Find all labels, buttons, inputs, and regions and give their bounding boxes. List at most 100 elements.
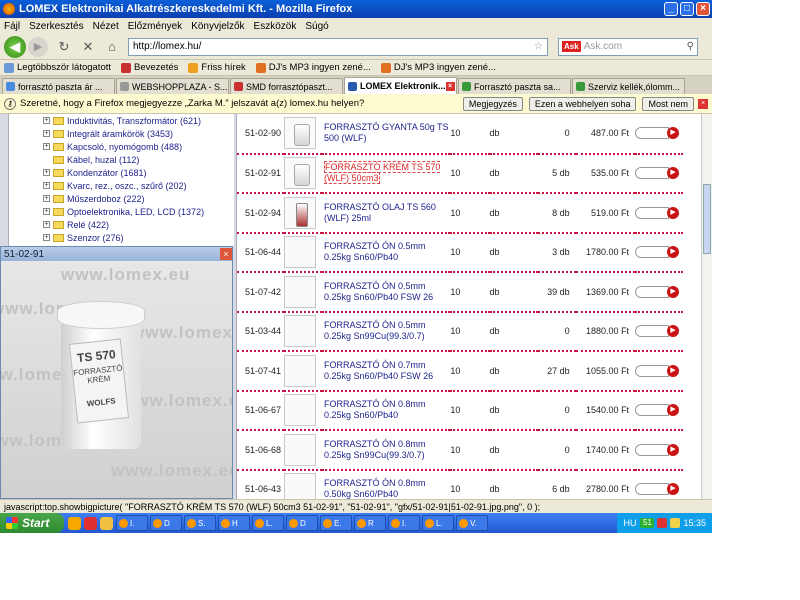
product-name-cell[interactable]: FORRASZTÓ ÓN 0.8mm 0.25kg Sn99Cu(99.3/0.… [322,430,450,470]
search-engine-icon[interactable]: Ask [562,41,581,52]
home-icon[interactable]: ⌂ [104,39,120,55]
product-name-cell[interactable]: FORRASZTÓ KRÉM TS 570 (WLF) 50cm3 [322,154,450,194]
taskbar-window-button[interactable]: H [218,515,250,531]
maximize-button[interactable]: □ [680,2,694,16]
product-name-link[interactable]: FORRASZTÓ ÓN 0.8mm 0.25kg Sn99Cu(99.3/0.… [324,439,426,460]
product-name-cell[interactable]: FORRASZTÓ ÓN 0.5mm 0.25kg Sn60/Pb40 [322,233,450,273]
product-name-link[interactable]: FORRASZTÓ GYANTA 50g TS 500 (WLF) [324,122,449,143]
product-thumbnail[interactable] [284,433,317,466]
bookmark-item[interactable]: DJ's MP3 ingyen zené... [255,62,371,73]
menu-file[interactable]: Fájl [4,21,20,32]
add-to-cart-button[interactable]: ▶ [667,364,680,377]
folder-quicklaunch-icon[interactable] [100,516,113,530]
not-now-button[interactable]: Most nem [642,96,694,111]
bookmark-item[interactable]: Bevezetés [121,62,178,73]
reload-icon[interactable]: ↻ [56,39,72,55]
taskbar-window-button[interactable]: R [354,515,386,531]
close-tab-icon[interactable]: × [445,81,455,91]
category-item[interactable]: + Szenzor (276) [9,231,234,244]
never-for-site-button[interactable]: Ezen a webhelyen soha [528,96,637,111]
menu-edit[interactable]: Szerkesztés [29,21,83,32]
browser-tab[interactable]: WEBSHOPPLAZA - S... [116,78,229,94]
stop-icon[interactable]: ✕ [80,39,96,55]
antivirus-tray-icon[interactable] [657,518,668,528]
address-bar[interactable]: http://lomex.hu/ ☆ [128,37,548,56]
add-to-cart-button[interactable]: ▶ [667,483,680,496]
browser-tab[interactable]: Szerviz kellék,ólomm... [572,78,685,94]
forward-button[interactable]: ▶ [28,36,48,57]
expand-icon[interactable]: + [43,182,50,189]
product-name-link[interactable]: FORRASZTÓ ÓN 0.5mm 0.25kg Sn60/Pb40 [324,241,426,262]
add-to-cart-button[interactable]: ▶ [667,404,680,417]
expand-icon[interactable]: + [43,130,50,137]
category-item[interactable]: + Induktivitás, Transzformátor (621) [9,114,234,127]
quantity-input[interactable] [635,364,670,377]
add-to-cart-button[interactable]: ▶ [667,246,680,259]
product-name-cell[interactable]: FORRASZTÓ ÓN 0.5mm 0.25kg Sn60/Pb40 FSW … [322,272,450,312]
product-name-link[interactable]: FORRASZTÓ ÓN 0.8mm 0.25kg Sn60/Pb40 [324,399,426,420]
product-name-link[interactable]: FORRASZTÓ ÓN 0.5mm 0.25kg Sn99Cu(99.3/0.… [324,320,426,341]
menu-view[interactable]: Nézet [93,21,119,32]
browser-tab[interactable]: Forrasztó paszta sa... [458,78,571,94]
quantity-input[interactable] [635,285,670,298]
taskbar-window-button[interactable]: L. [422,515,454,531]
expand-icon[interactable]: + [43,143,50,150]
browser-tab[interactable]: forrasztó paszta ár ... [2,78,115,94]
menu-tools[interactable]: Eszközök [254,21,297,32]
product-name-cell[interactable]: FORRASZTÓ GYANTA 50g TS 500 (WLF) [322,114,450,154]
taskbar-window-button[interactable]: S. [184,515,216,531]
add-to-cart-button[interactable]: ▶ [667,285,680,298]
product-name-link[interactable]: FORRASZTÓ KRÉM TS 570 (WLF) 50cm3 [324,161,441,185]
quantity-input[interactable] [635,167,670,180]
network-tray-icon[interactable] [670,518,681,528]
quantity-input[interactable] [635,404,670,417]
expand-icon[interactable]: + [43,221,50,228]
media-quicklaunch-icon[interactable] [84,516,97,530]
quantity-input[interactable] [635,206,670,219]
menu-bookmarks[interactable]: Könyvjelzők [191,21,244,32]
product-name-link[interactable]: FORRASZTÓ ÓN 0.5mm 0.25kg Sn60/Pb40 FSW … [324,281,433,302]
firefox-quicklaunch-icon[interactable] [68,516,81,530]
vertical-scrollbar[interactable] [701,114,712,499]
taskbar-window-button[interactable]: I. [388,515,420,531]
quantity-input[interactable] [635,483,670,496]
taskbar-window-button[interactable]: I. [116,515,148,531]
taskbar-window-button[interactable]: D [286,515,318,531]
category-item[interactable]: + Optoelektronika, LED, LCD (1372) [9,205,234,218]
quantity-input[interactable] [635,246,670,259]
product-name-link[interactable]: FORRASZTÓ ÓN 0.8mm 0.50kg Sn60/Pb40 [324,478,426,499]
taskbar-window-button[interactable]: D [150,515,182,531]
add-to-cart-button[interactable]: ▶ [667,167,680,180]
product-thumbnail[interactable] [284,117,317,150]
expand-icon[interactable]: + [43,208,50,215]
search-bar[interactable]: Ask Ask.com ⚲ [558,37,698,56]
category-item[interactable]: + Kvarc, rez., oszc., szűrő (202) [9,179,234,192]
bookmark-item[interactable]: Friss hírek [188,62,246,73]
product-thumbnail[interactable] [284,315,317,348]
close-notification-icon[interactable]: × [698,98,708,109]
scrollbar-thumb[interactable] [703,184,711,254]
add-to-cart-button[interactable]: ▶ [667,443,680,456]
expand-icon[interactable]: + [43,117,50,124]
browser-tab[interactable]: SMD forrasztópaszt... [230,78,343,94]
quantity-input[interactable] [635,325,670,338]
category-item[interactable]: + Relé (422) [9,218,234,231]
menu-help[interactable]: Súgó [305,21,328,32]
quantity-input[interactable] [635,127,670,140]
product-thumbnail[interactable] [284,275,317,308]
back-button[interactable]: ◀ [4,35,26,58]
product-thumbnail[interactable] [284,196,317,229]
product-thumbnail[interactable] [284,236,317,269]
language-indicator[interactable]: HU [623,518,636,528]
product-thumbnail[interactable] [284,354,317,387]
product-thumbnail[interactable] [284,394,317,427]
add-to-cart-button[interactable]: ▶ [667,127,680,140]
quantity-input[interactable] [635,443,670,456]
popup-close-button[interactable]: × [220,248,232,260]
minimize-button[interactable]: _ [664,2,678,16]
remember-password-button[interactable]: Megjegyzés [462,96,523,111]
category-item[interactable]: + Integrált áramkörök (3453) [9,127,234,140]
expand-icon[interactable]: + [43,195,50,202]
product-name-cell[interactable]: FORRASZTÓ OLAJ TS 560 (WLF) 25ml [322,193,450,233]
product-name-cell[interactable]: FORRASZTÓ ÓN 0.8mm 0.25kg Sn60/Pb40 [322,391,450,431]
